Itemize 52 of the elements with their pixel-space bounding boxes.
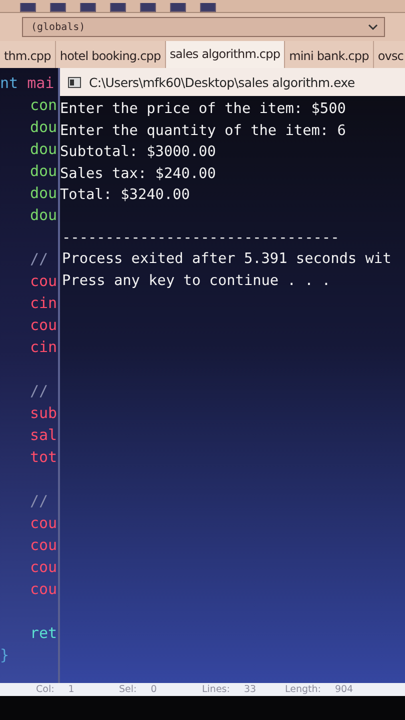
code-text: mai [26,74,54,92]
status-label: Lines: [202,684,230,695]
status-value: 33 [244,684,256,695]
code-text: ret [30,624,58,642]
console-text: Process exited after 5.391 seconds wit [61,250,392,269]
toolbar-icon[interactable] [110,3,126,12]
console-icon [68,76,81,88]
code-text: dou [30,162,58,180]
code-text: // [30,382,48,400]
code-text: cou [30,316,58,334]
code-text: dou [30,206,58,224]
status-label: Sel: [119,684,137,695]
status-label: Length: [285,684,321,695]
code-text: cou [30,558,58,576]
code-text: // [30,250,48,268]
code-text: nt [0,74,18,92]
status-value: 0 [150,684,157,695]
toolbar-icon[interactable] [50,3,66,12]
toolbar-icon[interactable] [80,3,96,12]
code-text: sal [30,426,58,444]
code-text: sub [30,404,58,422]
console-text: Sales tax: $240.00 [60,164,217,184]
code-text: con [30,96,58,114]
code-text: tot [30,448,58,466]
console-text: Enter the quantity of the item: 6 [60,122,347,140]
code-text: // [30,492,48,510]
window-title: C:\Users\mfk60\Desktop\sales algorithm.exe [89,74,355,90]
console-text: Subtotal: $3000.00 [60,143,217,162]
code-text: dou [30,140,58,158]
file-tab[interactable]: sales algorithm.cpp [166,41,286,68]
code-text: cin [30,338,58,356]
status-value: 1 [68,684,74,695]
code-text: dou [30,118,58,136]
code-text: } [0,646,10,664]
status-value: 904 [334,684,354,695]
console-separator: -------------------------------- [61,228,340,248]
console-text: Press any key to continue . . . [61,272,332,290]
toolbar-icon[interactable] [200,3,216,12]
scope-dropdown[interactable]: (globals) [22,17,385,37]
code-text: cou [30,580,58,598]
code-text: cou [30,514,58,532]
code-text: cou [30,272,58,290]
code-text: cou [30,536,58,554]
code-text: dou [30,184,58,202]
toolbar-icon[interactable] [20,3,36,12]
toolbar-icon[interactable] [170,3,186,12]
code-text: cin [30,294,58,312]
console-text: Total: $3240.00 [60,186,191,205]
status-label: Col: [36,684,54,695]
toolbar-icon[interactable] [140,3,156,12]
console-text: Enter the price of the item: $500 [60,100,347,119]
chevron-icon [368,24,378,30]
